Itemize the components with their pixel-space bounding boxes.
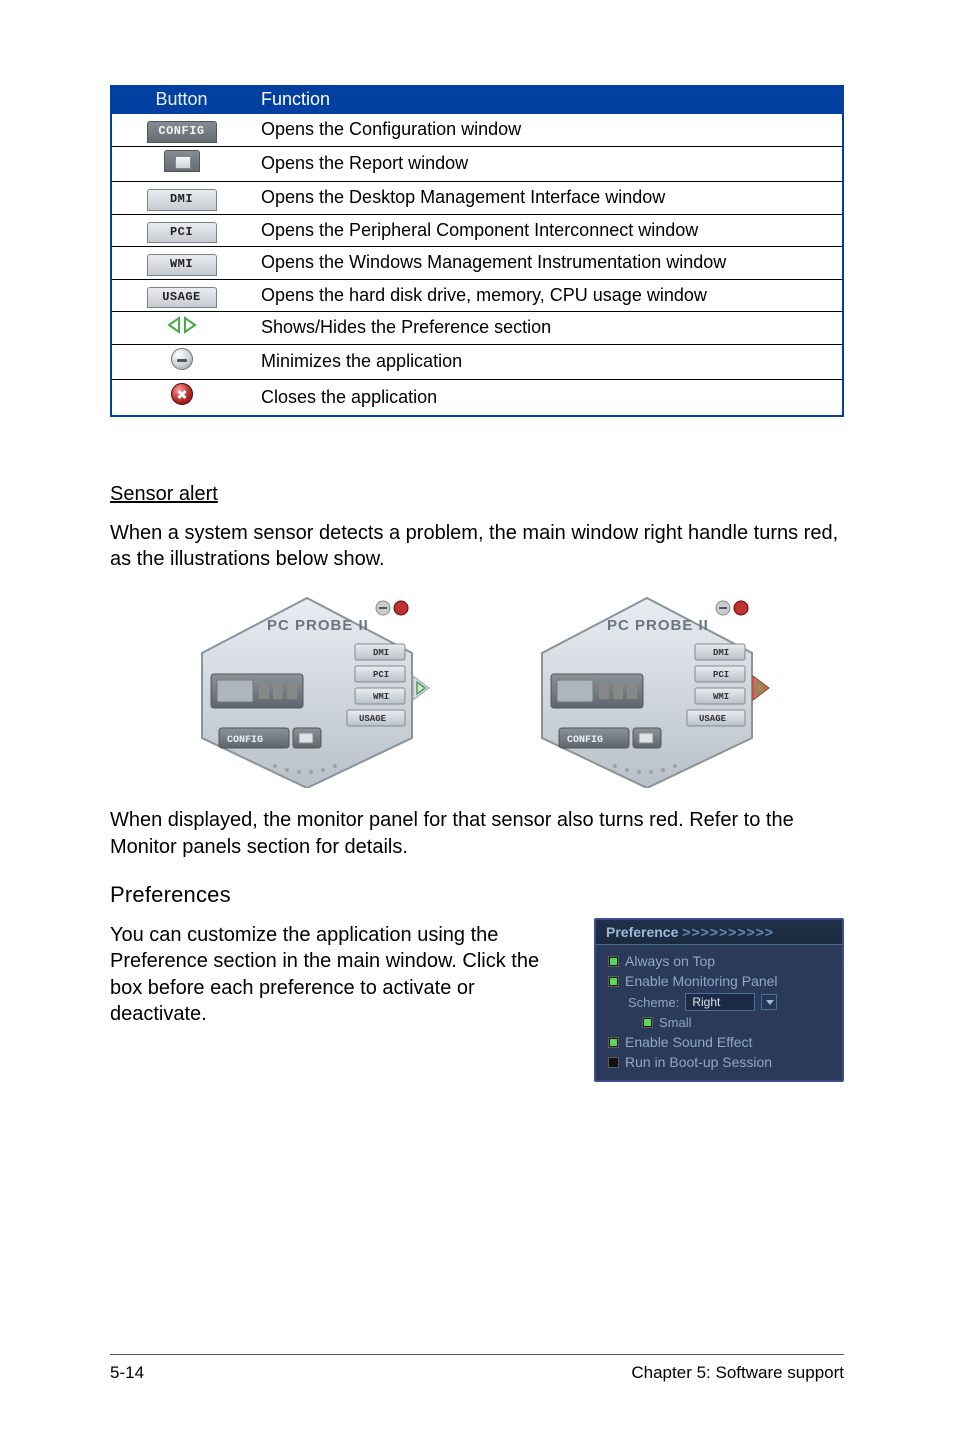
hex-illustration-alert: PC PROBE II DMI PCI WMI USAGE CONFIG bbox=[517, 588, 777, 793]
fn-text: Opens the Peripheral Component Interconn… bbox=[251, 214, 843, 247]
pref-enable-monitoring[interactable]: Enable Monitoring Panel bbox=[604, 971, 834, 991]
pref-label: Enable Monitoring Panel bbox=[625, 973, 778, 989]
fn-text: Opens the hard disk drive, memory, CPU u… bbox=[251, 279, 843, 312]
sensor-alert-heading: Sensor alert bbox=[110, 483, 844, 506]
svg-text:DMI: DMI bbox=[713, 648, 729, 658]
svg-text:WMI: WMI bbox=[713, 692, 729, 702]
svg-text:CONFIG: CONFIG bbox=[567, 735, 603, 746]
pref-enable-sound[interactable]: Enable Sound Effect bbox=[604, 1032, 834, 1052]
triangles-icon bbox=[167, 316, 197, 334]
table-row: USAGE Opens the hard disk drive, memory,… bbox=[111, 279, 843, 312]
checkbox-icon[interactable] bbox=[608, 1057, 619, 1068]
checkbox-icon[interactable] bbox=[608, 956, 619, 967]
chevrons-icon: >>>>>>>>>> bbox=[682, 924, 774, 940]
table-row: DMI Opens the Desktop Management Interfa… bbox=[111, 181, 843, 214]
report-button-icon bbox=[164, 150, 200, 172]
checkbox-icon[interactable] bbox=[608, 976, 619, 987]
pref-small[interactable]: Small bbox=[604, 1013, 834, 1032]
preferences-p: You can customize the application using … bbox=[110, 922, 568, 1028]
fn-text: Minimizes the application bbox=[251, 344, 843, 379]
page-footer: 5-14 Chapter 5: Software support bbox=[110, 1354, 844, 1383]
sensor-alert-p2: When displayed, the monitor panel for th… bbox=[110, 807, 844, 860]
config-button-icon: CONFIG bbox=[147, 121, 217, 143]
pref-always-on-top[interactable]: Always on Top bbox=[604, 951, 834, 971]
svg-text:USAGE: USAGE bbox=[359, 714, 387, 724]
fn-text: Opens the Desktop Management Interface w… bbox=[251, 181, 843, 214]
svg-text:WMI: WMI bbox=[373, 692, 389, 702]
close-icon bbox=[171, 383, 193, 405]
svg-text:DMI: DMI bbox=[373, 648, 389, 658]
table-row: WMI Opens the Windows Management Instrum… bbox=[111, 247, 843, 280]
pref-run-boot[interactable]: Run in Boot-up Session bbox=[604, 1052, 834, 1072]
svg-text:USAGE: USAGE bbox=[699, 714, 727, 724]
table-row: CONFIG Opens the Configuration window bbox=[111, 114, 843, 146]
th-button: Button bbox=[111, 85, 251, 114]
table-row: Shows/Hides the Preference section bbox=[111, 312, 843, 344]
preference-panel-header: Preference >>>>>>>>>> bbox=[596, 920, 842, 945]
sensor-alert-p1: When a system sensor detects a problem, … bbox=[110, 520, 844, 573]
illustration-row: PC PROBE II DMI PCI WMI USAGE bbox=[110, 588, 844, 793]
svg-text:PC PROBE II: PC PROBE II bbox=[607, 617, 709, 634]
th-function: Function bbox=[251, 85, 843, 114]
table-row: PCI Opens the Peripheral Component Inter… bbox=[111, 214, 843, 247]
usage-button-icon: USAGE bbox=[147, 287, 217, 309]
pref-label: Enable Sound Effect bbox=[625, 1034, 752, 1050]
page-number: 5-14 bbox=[110, 1363, 144, 1383]
table-row: Opens the Report window bbox=[111, 146, 843, 181]
minimize-icon bbox=[171, 348, 193, 370]
fn-text: Closes the application bbox=[251, 380, 843, 416]
pref-label: Always on Top bbox=[625, 953, 715, 969]
fn-text: Opens the Windows Management Instrumenta… bbox=[251, 247, 843, 280]
preference-panel: Preference >>>>>>>>>> Always on Top Enab… bbox=[594, 918, 844, 1082]
checkbox-icon[interactable] bbox=[608, 1037, 619, 1048]
svg-text:PC PROBE II: PC PROBE II bbox=[267, 617, 369, 634]
pref-label: Run in Boot-up Session bbox=[625, 1054, 772, 1070]
checkbox-icon[interactable] bbox=[642, 1017, 653, 1028]
svg-text:CONFIG: CONFIG bbox=[227, 735, 263, 746]
button-function-table: Button Function CONFIG Opens the Configu… bbox=[110, 85, 844, 417]
scheme-dropdown[interactable]: Right bbox=[685, 993, 755, 1011]
dmi-button-icon: DMI bbox=[147, 189, 217, 211]
dropdown-arrow-icon[interactable] bbox=[761, 994, 777, 1010]
svg-text:PCI: PCI bbox=[713, 670, 729, 680]
scheme-label: Scheme: bbox=[628, 995, 679, 1010]
hex-illustration-normal: PC PROBE II DMI PCI WMI USAGE bbox=[177, 588, 437, 793]
table-row: Closes the application bbox=[111, 380, 843, 416]
chapter-label: Chapter 5: Software support bbox=[631, 1363, 844, 1383]
wmi-button-icon: WMI bbox=[147, 254, 217, 276]
pref-label: Small bbox=[659, 1015, 692, 1030]
pci-button-icon: PCI bbox=[147, 222, 217, 244]
fn-text: Opens the Report window bbox=[251, 146, 843, 181]
fn-text: Shows/Hides the Preference section bbox=[251, 312, 843, 344]
preference-title: Preference bbox=[606, 924, 678, 940]
fn-text: Opens the Configuration window bbox=[251, 114, 843, 146]
preferences-heading: Preferences bbox=[110, 882, 844, 908]
pref-scheme: Scheme: Right bbox=[604, 991, 834, 1013]
svg-text:PCI: PCI bbox=[373, 670, 389, 680]
table-row: Minimizes the application bbox=[111, 344, 843, 379]
